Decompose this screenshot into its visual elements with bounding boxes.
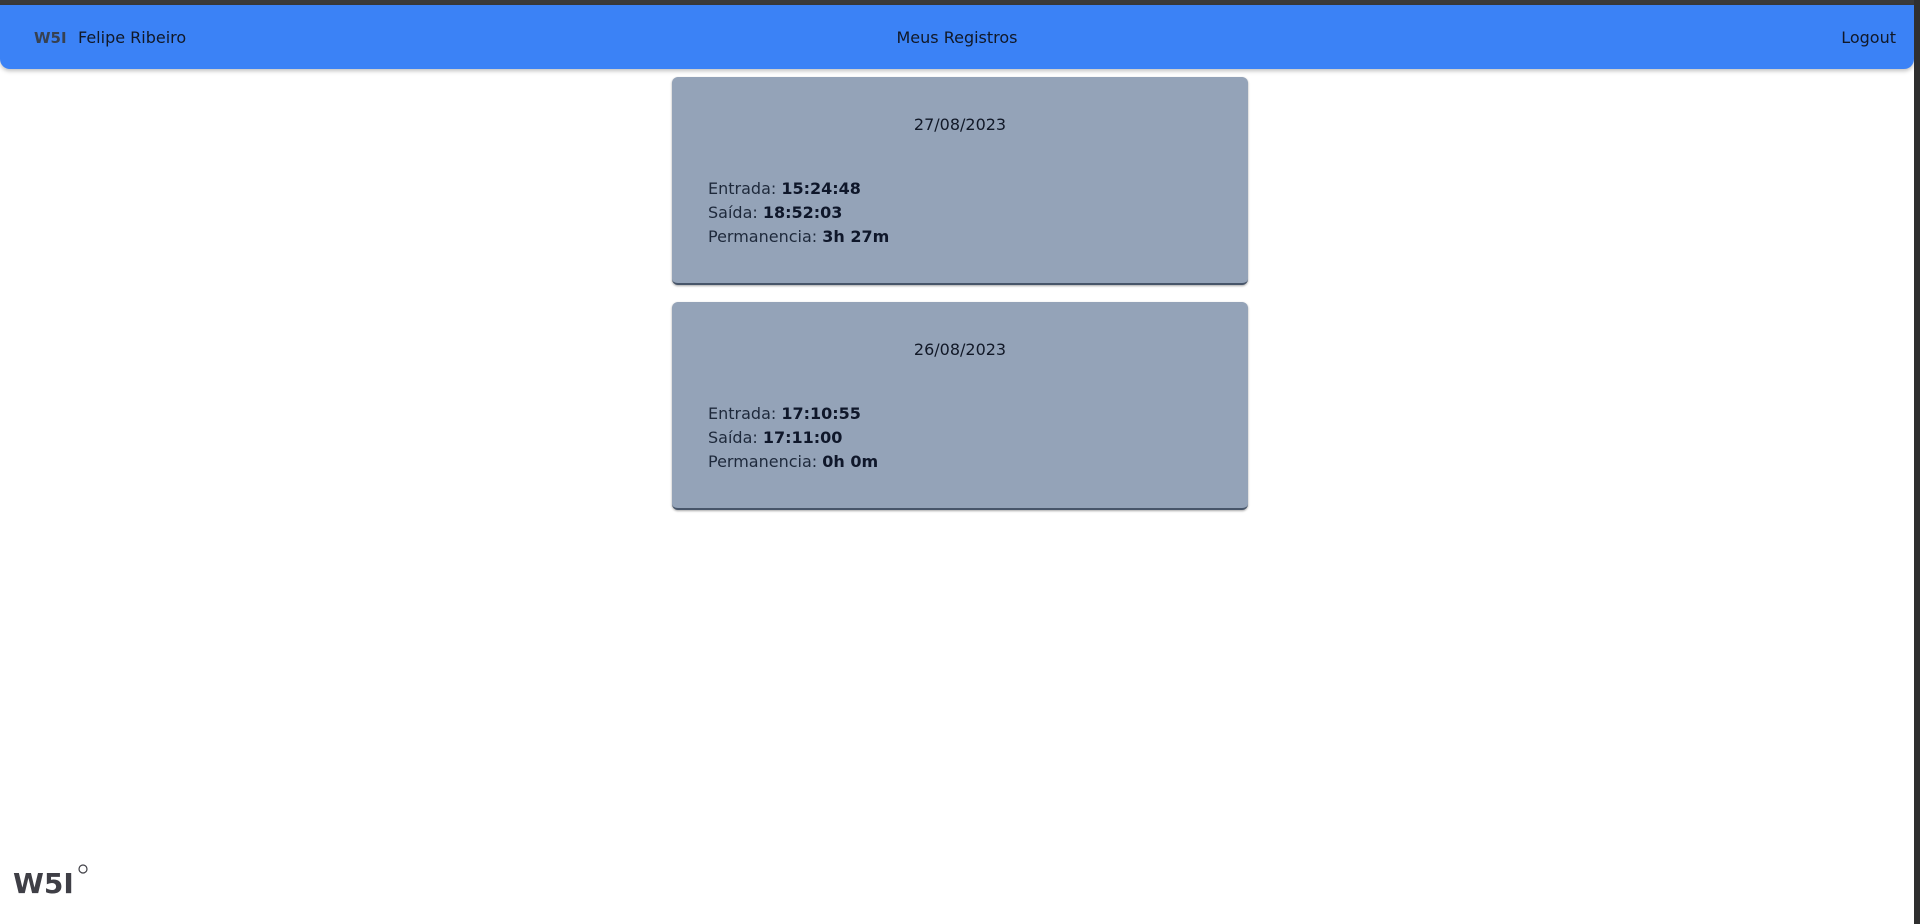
entrada-label: Entrada:: [708, 179, 782, 198]
entrada-value: 17:10:55: [781, 404, 861, 423]
saida-label: Saída:: [708, 203, 763, 222]
saida-line: Saída: 18:52:03: [708, 201, 889, 225]
permanencia-label: Permanencia:: [708, 452, 823, 471]
navbar-brand[interactable]: W5I Felipe Ribeiro: [34, 28, 186, 47]
vertical-scrollbar[interactable]: [1914, 0, 1920, 924]
saida-value: 18:52:03: [762, 203, 843, 222]
user-name: Felipe Ribeiro: [78, 27, 187, 47]
permanencia-value: 3h 27m: [822, 227, 890, 246]
permanencia-value: 0h 0m: [822, 452, 879, 471]
svg-text:W5I: W5I: [34, 29, 67, 45]
entrada-value: 15:24:48: [781, 179, 861, 198]
record-details: Entrada: 15:24:48 Saída: 18:52:03 Perman…: [708, 177, 889, 249]
entrada-line: Entrada: 17:10:55: [708, 402, 878, 426]
record-card: 26/08/2023 Entrada: 17:10:55 Saída: 17:1…: [672, 302, 1248, 510]
record-details: Entrada: 17:10:55 Saída: 17:11:00 Perman…: [708, 402, 878, 474]
permanencia-line: Permanencia: 0h 0m: [708, 450, 878, 474]
record-date: 27/08/2023: [913, 115, 1007, 134]
saida-label: Saída:: [708, 428, 763, 447]
logout-link[interactable]: Logout: [1841, 28, 1896, 47]
entrada-label: Entrada:: [708, 404, 782, 423]
entrada-line: Entrada: 15:24:48: [708, 177, 889, 201]
page: W5I Felipe Ribeiro Meus Registros Logout…: [0, 0, 1920, 924]
w5i-logo-icon: W5I: [34, 29, 67, 45]
saida-value: 17:11:00: [762, 428, 843, 447]
w5i-footer-logo-icon: W5I: [13, 864, 88, 897]
navbar: W5I Felipe Ribeiro Meus Registros Logout: [0, 5, 1914, 69]
permanencia-label: Permanencia:: [708, 227, 823, 246]
permanencia-line: Permanencia: 3h 27m: [708, 225, 889, 249]
record-card: 27/08/2023 Entrada: 15:24:48 Saída: 18:5…: [672, 77, 1248, 285]
records-list: 27/08/2023 Entrada: 15:24:48 Saída: 18:5…: [672, 77, 1248, 527]
svg-text:W5I: W5I: [13, 867, 74, 897]
page-title[interactable]: Meus Registros: [896, 28, 1017, 47]
record-date: 26/08/2023: [913, 340, 1007, 359]
saida-line: Saída: 17:11:00: [708, 426, 878, 450]
